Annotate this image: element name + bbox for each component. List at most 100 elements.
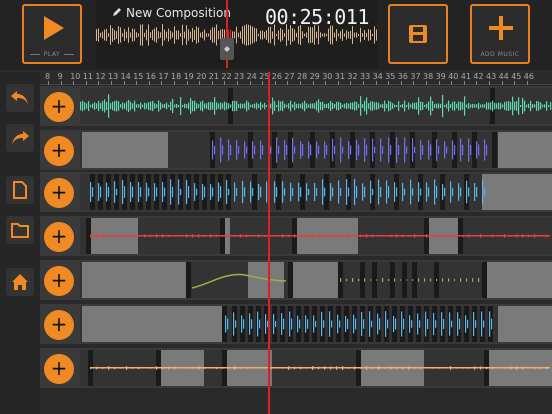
- ruler-tick: [161, 81, 163, 85]
- ruler-tick: [48, 81, 49, 85]
- add-clip-button[interactable]: +: [44, 92, 74, 122]
- track-waveform: [225, 311, 493, 337]
- ruler-tick-label: 35: [385, 72, 396, 81]
- add-clip-button[interactable]: +: [44, 354, 74, 384]
- ruler-tick: [426, 81, 427, 85]
- ruler-tick: [526, 81, 528, 85]
- track-waveform: [191, 273, 480, 289]
- ruler-tick: [85, 81, 87, 85]
- ruler-tick: [489, 81, 490, 85]
- ruler-tick-label: 34: [372, 72, 383, 81]
- play-button[interactable]: PLAY: [22, 4, 82, 64]
- track-row[interactable]: +: [40, 172, 552, 212]
- ruler-tick-label: 39: [435, 72, 446, 81]
- ruler-tick: [123, 81, 125, 85]
- ruler-tick-label: 45: [511, 72, 522, 81]
- track-row[interactable]: +: [40, 304, 552, 344]
- ruler-tick: [375, 81, 377, 85]
- ruler-tick: [199, 81, 201, 85]
- track-waveform: [90, 366, 550, 370]
- ruler-tick: [451, 81, 453, 85]
- home-icon: [12, 274, 28, 290]
- play-icon: [44, 16, 64, 40]
- ruler-tick: [337, 81, 339, 85]
- ruler-tick-label: 36: [397, 72, 408, 81]
- track-row[interactable]: +: [40, 216, 552, 256]
- track-waveform: [90, 234, 550, 238]
- scrub-handle[interactable]: [220, 38, 234, 60]
- ruler-tick-label: 19: [183, 72, 194, 81]
- plus-icon: [489, 16, 513, 40]
- track-row[interactable]: +: [40, 130, 552, 170]
- track-row[interactable]: +: [40, 348, 552, 388]
- ruler-tick-label: 22: [221, 72, 232, 81]
- redo-button[interactable]: [6, 124, 34, 152]
- pencil-icon[interactable]: [112, 7, 122, 17]
- add-clip-button[interactable]: +: [44, 222, 74, 252]
- playhead[interactable]: [268, 72, 270, 414]
- ruler-tick-label: 23: [234, 72, 245, 81]
- floppy-disk-icon: [409, 25, 427, 43]
- ruler-tick: [111, 81, 112, 85]
- ruler-tick: [363, 81, 364, 85]
- ruler-tick-label: 30: [322, 72, 333, 81]
- track-row[interactable]: +: [40, 86, 552, 126]
- ruler-tick: [274, 81, 276, 85]
- new-file-icon: [13, 181, 27, 199]
- ruler-tick-label: 40: [448, 72, 459, 81]
- ruler-tick-label: 20: [196, 72, 207, 81]
- ruler-tick-label: 9: [57, 72, 63, 81]
- ruler-tick-label: 21: [208, 72, 219, 81]
- undo-button[interactable]: [6, 84, 34, 112]
- sidebar: [0, 72, 40, 414]
- ruler-tick: [73, 81, 75, 85]
- ruler-tick-label: 15: [133, 72, 144, 81]
- ruler-tick-label: 26: [271, 72, 282, 81]
- ruler-tick: [300, 81, 301, 85]
- ruler-tick-label: 41: [460, 72, 471, 81]
- ruler-tick: [325, 81, 327, 85]
- open-folder-button[interactable]: [6, 216, 34, 244]
- ruler-tick-label: 12: [95, 72, 106, 81]
- add-clip-button[interactable]: +: [44, 310, 74, 340]
- drag-handle-icon: [224, 46, 230, 52]
- ruler-tick: [224, 81, 226, 85]
- ruler-tick-label: 27: [284, 72, 295, 81]
- ruler-tick-label: 46: [523, 72, 534, 81]
- ruler-tick-label: 11: [82, 72, 93, 81]
- add-clip-button[interactable]: +: [44, 178, 74, 208]
- composition-title[interactable]: New Composition: [126, 6, 231, 20]
- ruler-tick-label: 24: [246, 72, 257, 81]
- new-file-button[interactable]: [6, 176, 34, 204]
- ruler-tick: [148, 81, 150, 85]
- ruler-tick: [98, 81, 100, 85]
- ruler-tick: [438, 81, 440, 85]
- timecode: 00:25:011: [265, 5, 369, 29]
- ruler-tick: [400, 81, 402, 85]
- home-button[interactable]: [6, 268, 34, 296]
- ruler-tick: [262, 81, 264, 85]
- ruler-tick: [501, 81, 503, 85]
- play-label: PLAY: [43, 51, 61, 58]
- track-row[interactable]: +: [40, 260, 552, 300]
- add-music-label: ADD MUSIC: [480, 51, 520, 58]
- add-clip-button[interactable]: +: [44, 136, 74, 166]
- track-waveform: [80, 94, 552, 118]
- ruler-tick-label: 29: [309, 72, 320, 81]
- ruler-tick: [186, 81, 188, 85]
- ruler-tick: [388, 81, 390, 85]
- add-music-button[interactable]: ADD MUSIC: [470, 4, 530, 64]
- ruler-tick: [463, 81, 465, 85]
- redo-icon: [12, 131, 29, 145]
- save-button[interactable]: [388, 4, 448, 64]
- ruler-tick: [211, 81, 213, 85]
- ruler-tick: [60, 81, 62, 85]
- timeline-ruler[interactable]: 8 9 10 11 12 13 14 15 16 17 18 19 20 21 22 23 24 25 26 27 28…: [40, 72, 552, 85]
- add-clip-button[interactable]: +: [44, 266, 74, 296]
- ruler-tick: [237, 81, 238, 85]
- ruler-tick: [287, 81, 289, 85]
- ruler-tick: [514, 81, 516, 85]
- ruler-tick-label: 42: [473, 72, 484, 81]
- ruler-tick-label: 33: [360, 72, 371, 81]
- open-folder-icon: [11, 223, 29, 238]
